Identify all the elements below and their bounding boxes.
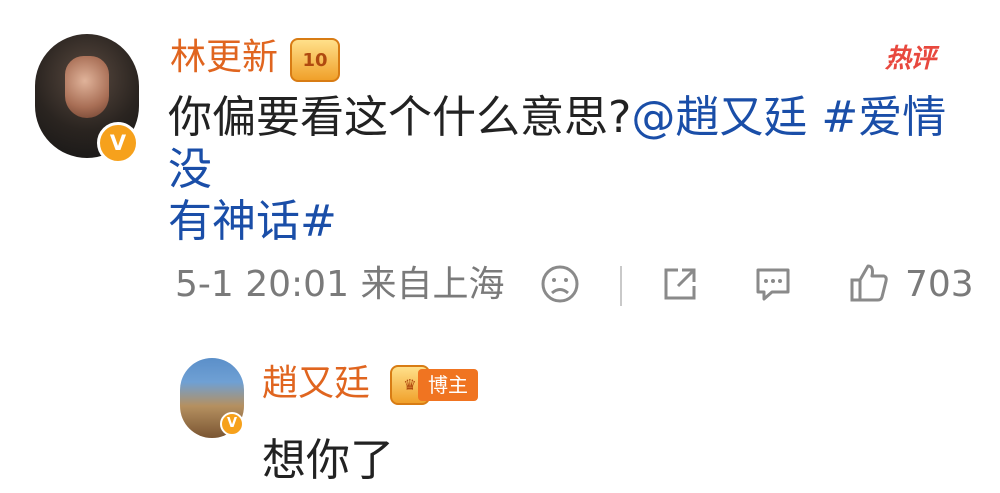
sad-face-icon[interactable] bbox=[540, 264, 580, 304]
comment-text: 你偏要看这个什么意思?@趙又廷 #爱情没 有神话# bbox=[168, 92, 968, 248]
comment-icon[interactable] bbox=[752, 264, 794, 304]
verified-v-icon: V bbox=[97, 122, 139, 164]
crown-level-icon: 10 bbox=[290, 38, 340, 82]
thumb-up-icon[interactable] bbox=[848, 262, 890, 304]
crown-level-number: 10 bbox=[302, 49, 328, 71]
hashtag-part-2: 有神话# bbox=[168, 196, 337, 247]
comment-time: 5-1 20:01 bbox=[175, 264, 349, 305]
commenter-username[interactable]: 林更新 bbox=[170, 38, 278, 78]
comment-meta: 5-1 20:01 来自上海 bbox=[175, 262, 504, 308]
author-badge: 博主 bbox=[418, 369, 478, 401]
replier-avatar[interactable]: V bbox=[180, 358, 244, 438]
action-divider bbox=[620, 266, 622, 306]
commenter-avatar[interactable]: V bbox=[35, 34, 139, 164]
verified-v-icon: V bbox=[220, 412, 244, 436]
replier-username[interactable]: 趙又廷 bbox=[262, 364, 370, 404]
hot-comment-label: 热评 bbox=[885, 44, 936, 74]
reply-text: 想你了 bbox=[262, 435, 394, 486]
comment-text-plain: 你偏要看这个什么意思? bbox=[168, 92, 632, 143]
like-count: 703 bbox=[905, 264, 974, 305]
comment-location: 来自上海 bbox=[360, 264, 505, 305]
mention-link[interactable]: @趙又廷 bbox=[631, 92, 807, 143]
avatar-face-image bbox=[65, 56, 109, 118]
share-icon[interactable] bbox=[660, 264, 700, 304]
